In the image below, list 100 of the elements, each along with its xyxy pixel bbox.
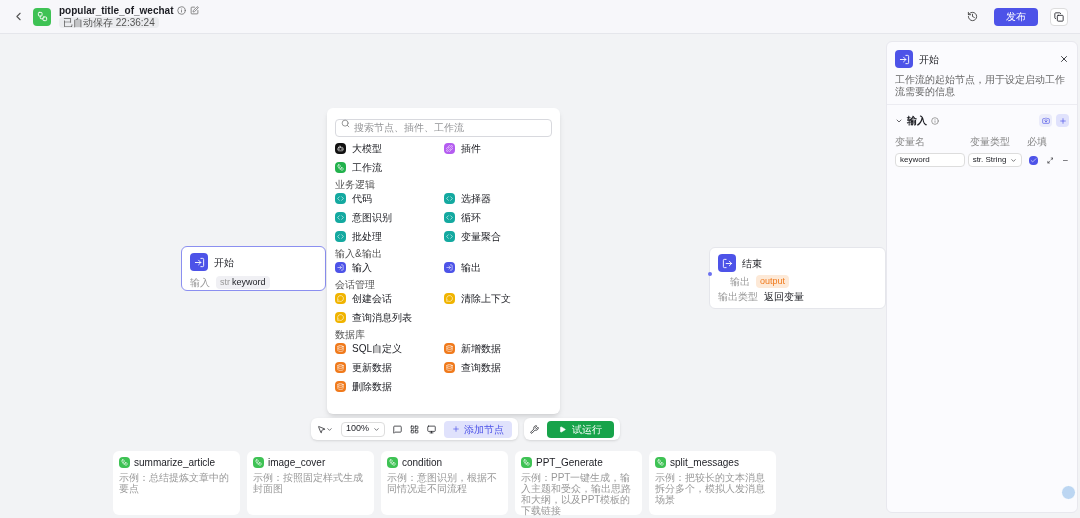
workflow-logo-icon: [33, 7, 51, 26]
add-node-button[interactable]: 添加节点: [444, 420, 513, 438]
node-type-icon: [443, 343, 455, 354]
menu-item[interactable]: 变量聚合: [460, 229, 501, 244]
template-description: 示例：把较长的文本消息拆分多个，模拟人发消息场景: [655, 472, 766, 505]
menu-item[interactable]: 查询数据: [460, 360, 501, 375]
workflow-icon: [521, 457, 532, 468]
workflow-title: popular_title_of_wechat: [59, 5, 174, 16]
input-port[interactable]: [708, 272, 712, 276]
node-type-icon: [335, 143, 346, 154]
caret-icon: [1009, 156, 1017, 164]
variable-type-select[interactable]: str. String: [967, 153, 1022, 167]
menu-item[interactable]: 查询消息列表: [352, 310, 412, 325]
workflow-icon: [387, 457, 398, 468]
menu-item[interactable]: 插件: [460, 141, 481, 156]
field-value: 返回变量: [764, 290, 804, 304]
output-tag: output: [756, 274, 790, 289]
minimap-icon[interactable]: [427, 424, 437, 434]
search-field[interactable]: 搜索节点、插件、工作流: [335, 118, 552, 137]
template-description: 示例：总结提炼文章中的要点: [119, 472, 230, 494]
menu-item[interactable]: 大模型: [352, 141, 382, 156]
plus-icon: [1058, 116, 1067, 125]
edit-icon[interactable]: [190, 6, 200, 15]
field-label: 输出: [730, 275, 750, 289]
node-type-icon: [335, 293, 346, 304]
autosave-status: 已自动保存 22:36:24: [59, 16, 159, 28]
template-title: split_messages: [670, 456, 739, 470]
template-title: summarize_article: [134, 456, 216, 470]
node-type-icon: [335, 262, 346, 273]
caret-icon: [373, 425, 381, 433]
template-card[interactable]: condition 示例：意图识别，根据不同情况走不同流程: [381, 451, 508, 515]
template-title: condition: [402, 456, 443, 470]
menu-item[interactable]: 代码: [352, 191, 372, 206]
column-header: 变量名: [895, 135, 926, 149]
zoom-select[interactable]: 100%: [341, 421, 386, 437]
node-title: 结束: [742, 256, 762, 271]
template-card[interactable]: split_messages 示例：把较长的文本消息拆分多个，模拟人发消息场景: [649, 451, 776, 515]
section-title: 输入: [907, 114, 927, 128]
template-card[interactable]: image_cover 示例：按照固定样式生成封面图: [247, 451, 374, 515]
template-title: PPT_Generate: [536, 456, 603, 470]
menu-item[interactable]: 循环: [460, 210, 481, 225]
required-checkbox[interactable]: [1028, 155, 1038, 165]
expand-icon[interactable]: [1046, 156, 1054, 164]
comment-icon[interactable]: [393, 424, 403, 434]
node-type-icon: [335, 362, 346, 373]
template-description: 示例：意图识别，根据不同情况走不同流程: [387, 472, 498, 494]
end-node[interactable]: 结束 输出 output 输出类型 返回变量: [709, 247, 886, 309]
field-label: 输入: [190, 276, 210, 290]
import-icon: [1041, 116, 1050, 125]
close-icon[interactable]: [1059, 54, 1069, 64]
node-type-icon: [335, 312, 346, 323]
workflow-icon: [655, 457, 666, 468]
menu-item[interactable]: 新增数据: [460, 341, 501, 356]
menu-item[interactable]: 批处理: [352, 229, 382, 244]
section-heading: 数据库: [335, 328, 366, 341]
start-icon: [190, 253, 208, 271]
template-card[interactable]: summarize_article 示例：总结提炼文章中的要点: [113, 451, 240, 515]
section-heading: 业务逻辑: [335, 178, 376, 191]
start-node[interactable]: 开始 输入 str keyword: [181, 246, 326, 291]
menu-item[interactable]: 更新数据: [352, 360, 392, 375]
workflow-icon: [119, 457, 130, 468]
node-type-icon: [335, 231, 346, 242]
pointer-icon: [317, 424, 326, 434]
node-type-icon: [335, 381, 346, 392]
field-label: 输出类型: [718, 290, 758, 304]
wrench-icon[interactable]: [530, 424, 540, 434]
menu-item[interactable]: 输出: [460, 260, 481, 275]
menu-item[interactable]: 工作流: [352, 160, 382, 175]
end-icon: [718, 254, 736, 272]
start-icon: [895, 50, 913, 68]
history-icon[interactable]: [967, 11, 978, 22]
variable-tag: str keyword: [216, 275, 270, 290]
copy-button[interactable]: [1050, 7, 1068, 26]
node-type-icon: [443, 262, 455, 273]
menu-item[interactable]: 清除上下文: [460, 291, 511, 306]
section-heading: 会话管理: [335, 278, 376, 291]
menu-item[interactable]: 删除数据: [352, 379, 392, 394]
menu-item[interactable]: 意图识别: [352, 210, 392, 225]
template-card[interactable]: PPT_Generate 示例：PPT一键生成，输入主题和受众，输出思路和大纲，以及PPT模板的下载链接: [515, 451, 642, 515]
publish-button[interactable]: 发布: [994, 7, 1038, 26]
node-type-icon: [443, 231, 455, 242]
node-type-icon: [443, 212, 455, 223]
node-type-icon: [335, 162, 346, 173]
panel-description: 工作流的起始节点，用于设定启动工作流需要的信息: [895, 74, 1066, 98]
template-title: image_cover: [268, 456, 326, 470]
pointer-mode-button[interactable]: [317, 424, 333, 434]
node-title: 开始: [214, 255, 234, 270]
variable-name-field[interactable]: keyword: [895, 153, 965, 167]
node-type-icon: [335, 343, 346, 354]
menu-item[interactable]: 输入: [352, 260, 372, 275]
menu-item[interactable]: 创建会话: [352, 291, 392, 306]
menu-item[interactable]: SQL自定义: [352, 341, 402, 356]
node-type-icon: [443, 293, 455, 304]
node-type-icon: [335, 212, 346, 223]
grid-icon[interactable]: [410, 424, 420, 434]
template-description: 示例：PPT一键生成，输入主题和受众，输出思路和大纲，以及PPT模板的下载链接: [521, 472, 632, 516]
menu-item[interactable]: 选择器: [460, 191, 491, 206]
caret-icon: [326, 425, 333, 433]
info-icon[interactable]: [177, 6, 187, 15]
play-icon: [559, 425, 567, 433]
